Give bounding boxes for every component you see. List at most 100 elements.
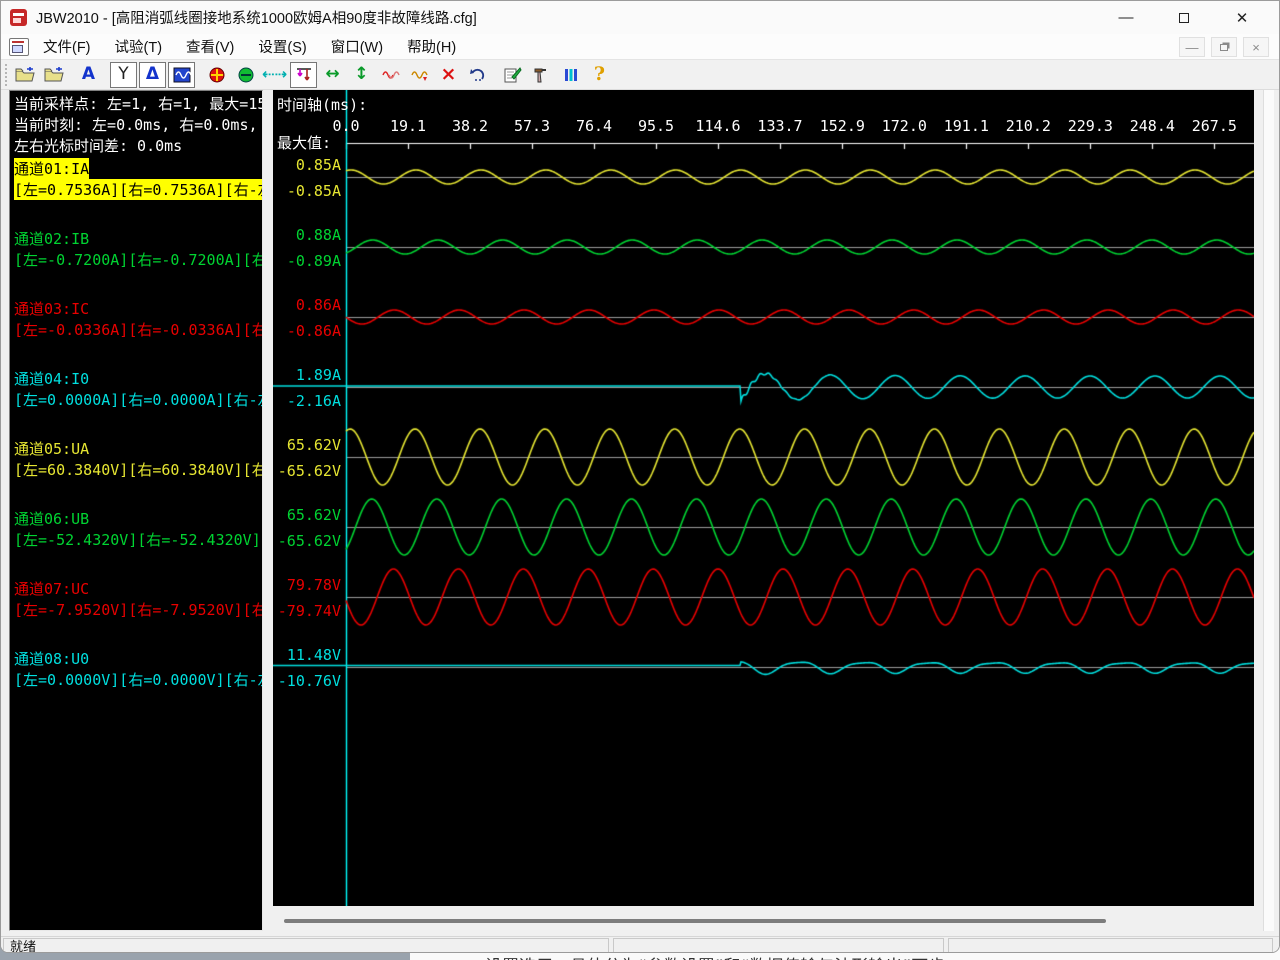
time-tick-9: 172.0 (882, 117, 927, 135)
toolbar-handle[interactable] (5, 64, 10, 86)
app-window: JBW2010 - [高阻消弧线圈接地系统1000欧姆A相90度非故障线路.cf… (0, 0, 1280, 953)
min-value-IB: -0.89A (273, 252, 341, 270)
status-bar: 就绪 (1, 936, 1280, 953)
channel-name-1[interactable]: 通道01:IA (14, 158, 89, 179)
menu-item-4[interactable]: 窗口(W) (321, 33, 393, 60)
expand-horizontal-button[interactable]: ↔ (319, 62, 346, 88)
vertical-scrollbar[interactable] (1263, 90, 1274, 931)
expand-horizontal-icon: ↔ (325, 66, 339, 83)
status-ready-text: 就绪 (3, 938, 609, 953)
background-window-text: 设置选用，具体分为“参数设置”和“数据传输与波形输出”两步 (485, 952, 945, 960)
open-file-button[interactable] (11, 62, 38, 88)
minimize-icon: — (1119, 9, 1134, 26)
mdi-window-controls: — × (1179, 34, 1269, 60)
time-tick-14: 267.5 (1192, 117, 1237, 135)
time-axis-title: 时间轴(ms): (277, 94, 367, 115)
minimize-button[interactable]: — (1097, 1, 1155, 34)
status-pane-2 (613, 938, 944, 953)
hammer-tools-button[interactable] (528, 62, 555, 88)
title-bar: JBW2010 - [高阻消弧线圈接地系统1000欧姆A相90度非故障线路.cf… (1, 1, 1279, 34)
compress-circle-red-button[interactable] (203, 62, 230, 88)
overlap-waves-icon (382, 68, 400, 82)
maximize-button[interactable] (1155, 1, 1213, 34)
maximize-icon (1179, 13, 1189, 23)
time-tick-11: 210.2 (1006, 117, 1051, 135)
mdi-minimize-button[interactable]: — (1179, 37, 1205, 57)
channel-values-1: [左=0.7536A][右=0.7536A][右-左 (14, 179, 263, 200)
edit-check-button[interactable] (499, 62, 526, 88)
menu-item-2[interactable]: 查看(V) (176, 33, 244, 60)
info-line-0: 当前采样点: 左=1, 右=1, 最大=15810 (14, 93, 263, 114)
time-tick-13: 248.4 (1130, 117, 1175, 135)
phase-a-button[interactable]: A (75, 62, 102, 88)
delta-icon: Δ (146, 66, 159, 83)
expand-vertical-icon: ↕ (354, 66, 368, 83)
open-file-icon (15, 67, 35, 83)
channel-name-7[interactable]: 通道07:UC (14, 578, 89, 599)
time-tick-7: 133.7 (757, 117, 802, 135)
delete-x-button[interactable]: × (435, 62, 462, 88)
menu-item-1[interactable]: 试验(T) (105, 33, 173, 60)
time-tick-10: 191.1 (944, 117, 989, 135)
document-icon[interactable] (9, 38, 29, 56)
mdi-restore-icon (1220, 44, 1228, 51)
menu-item-3[interactable]: 设置(S) (248, 33, 316, 60)
status-pane-3 (948, 938, 1273, 953)
channel-name-8[interactable]: 通道08:U0 (14, 648, 89, 669)
undo-icon (469, 68, 487, 82)
close-button[interactable]: ✕ (1213, 1, 1271, 34)
expand-vertical-button[interactable]: ↕ (348, 62, 375, 88)
delta-button[interactable]: Δ (139, 62, 166, 88)
open-file-2-button[interactable] (40, 62, 67, 88)
help-icon: ? (594, 65, 605, 84)
histogram-bars-button[interactable] (557, 62, 584, 88)
cursor-tool-button[interactable] (290, 62, 317, 88)
time-tick-8: 152.9 (820, 117, 865, 135)
mdi-close-button[interactable]: × (1243, 37, 1269, 57)
channel-name-6[interactable]: 通道06:UB (14, 508, 89, 529)
channel-values-6: [左=-52.4320V][右=-52.4320V][ (14, 529, 263, 550)
channel-name-3[interactable]: 通道03:IC (14, 298, 89, 319)
menu-item-5[interactable]: 帮助(H) (397, 33, 466, 60)
overlap-waves-button[interactable] (377, 62, 404, 88)
horizontal-scrollbar-track[interactable] (273, 906, 1254, 931)
app-logo-icon (10, 9, 27, 26)
max-value-UC: 79.78V (273, 576, 341, 594)
compress-horizontal-icon: ⇠⇢ (262, 67, 287, 82)
help-button[interactable]: ? (586, 62, 613, 88)
time-tick-3: 57.3 (514, 117, 550, 135)
horizontal-scrollbar-thumb[interactable] (284, 919, 1106, 923)
info-line-1: 当前时刻: 左=0.0ms, 右=0.0ms, 最大 (14, 114, 263, 135)
channel-values-3: [左=-0.0336A][右=-0.0336A][右- (14, 319, 263, 340)
channel-name-5[interactable]: 通道05:UA (14, 438, 89, 459)
channel-info-panel[interactable]: 当前采样点: 左=1, 右=1, 最大=15810当前时刻: 左=0.0ms, … (9, 90, 263, 931)
close-icon: ✕ (1236, 9, 1249, 27)
time-tick-4: 76.4 (576, 117, 612, 135)
wave-window-icon (173, 67, 191, 83)
time-tick-6: 114.6 (695, 117, 740, 135)
time-tick-0: 0.0 (332, 117, 359, 135)
compress-horizontal-button[interactable]: ⇠⇢ (261, 62, 288, 88)
max-value-U0: 11.48V (273, 646, 341, 664)
max-value-IA: 0.85A (273, 156, 341, 174)
menu-items: 文件(F)试验(T)查看(V)设置(S)窗口(W)帮助(H) (29, 33, 466, 60)
wave-window-button[interactable] (168, 62, 195, 88)
expand-circle-green-button[interactable] (232, 62, 259, 88)
min-value-UA: -65.62V (273, 462, 341, 480)
channel-name-4[interactable]: 通道04:I0 (14, 368, 89, 389)
channel-values-5: [左=60.3840V][右=60.3840V][右- (14, 459, 263, 480)
menu-item-0[interactable]: 文件(F) (33, 33, 101, 60)
max-value-UB: 65.62V (273, 506, 341, 524)
channel-name-2[interactable]: 通道02:IB (14, 228, 89, 249)
time-tick-12: 229.3 (1068, 117, 1113, 135)
wye-button[interactable]: Y (110, 62, 137, 88)
undo-button[interactable] (464, 62, 491, 88)
edit-check-icon (504, 67, 522, 83)
max-value-IC: 0.86A (273, 296, 341, 314)
expand-circle-green-icon (238, 67, 254, 83)
mdi-restore-button[interactable] (1211, 37, 1237, 57)
client-area: 当前采样点: 左=1, 右=1, 最大=15810当前时刻: 左=0.0ms, … (1, 90, 1280, 936)
wave-marker-button[interactable] (406, 62, 433, 88)
waveform-plot-area[interactable]: 时间轴(ms): 最大值: 0.019.138.257.376.495.5114… (273, 90, 1254, 906)
waveform-canvas[interactable] (273, 90, 1254, 906)
